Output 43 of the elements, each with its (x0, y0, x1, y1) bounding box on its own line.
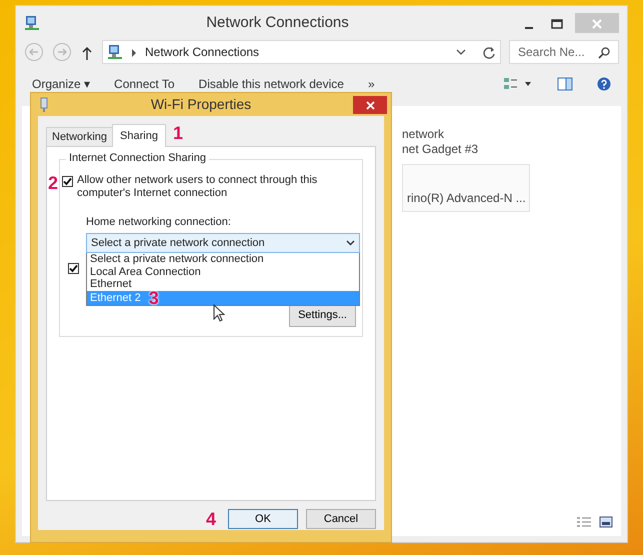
dialog-title: Wi-Fi Properties (150, 96, 252, 112)
close-button[interactable] (353, 96, 387, 114)
toolbar-button[interactable]: Organize ▾ (32, 77, 90, 91)
connection-tile[interactable]: rino(R) Advanced-N ... (402, 164, 530, 212)
toolbar-button[interactable]: Disable this network device (198, 77, 344, 91)
close-icon (592, 19, 602, 30)
network-icon (24, 15, 40, 31)
checkbox-label: Allow other network users to connect through this computer's Internet connection (77, 174, 318, 200)
dropdown-option[interactable]: Local Area Connection (87, 266, 359, 278)
search-field[interactable]: Search Ne... (509, 40, 619, 64)
close-icon (366, 100, 374, 110)
dialog-button[interactable]: OK (228, 509, 298, 529)
maximize-icon (551, 18, 563, 29)
checkbox[interactable] (62, 176, 74, 187)
address-path: Network Connections (145, 44, 260, 61)
preview-pane-button[interactable] (557, 76, 573, 92)
step-number: 1 (172, 124, 183, 142)
checkbox[interactable] (68, 263, 79, 274)
dialog-button[interactable]: Cancel (306, 509, 376, 529)
tab[interactable]: Networking (46, 127, 114, 146)
network-adapter-icon (39, 96, 49, 114)
chevron-icon (346, 240, 355, 246)
toolbar-button[interactable]: Connect To (114, 77, 175, 91)
settings-button[interactable]: Settings... (289, 304, 356, 326)
step-number: 4 (206, 510, 216, 528)
tab[interactable]: Sharing (112, 124, 166, 147)
dropdown[interactable]: Select a private network connection (86, 233, 360, 253)
field-label: Home networking connection: (86, 216, 232, 229)
view-options-button[interactable] (503, 76, 533, 92)
dropdown-option[interactable]: Select a private network connection (87, 253, 359, 266)
toolbar-button[interactable]: » (368, 77, 375, 91)
step-number: 2 (48, 174, 58, 192)
search-placeholder: Search Ne... (518, 44, 585, 61)
dropdown-option[interactable]: Ethernet (87, 278, 359, 290)
group-title: Internet Connection Sharing (66, 152, 209, 165)
network-icon (107, 44, 123, 60)
item-label: net Gadget #3 (402, 143, 478, 156)
step-number: 3 (148, 288, 159, 306)
help-button[interactable] (597, 76, 611, 92)
address-bar[interactable]: Network Connections (102, 40, 501, 64)
item-label: network (402, 128, 444, 141)
window-title: Network Connections (206, 14, 349, 31)
minimize-icon (525, 26, 533, 29)
